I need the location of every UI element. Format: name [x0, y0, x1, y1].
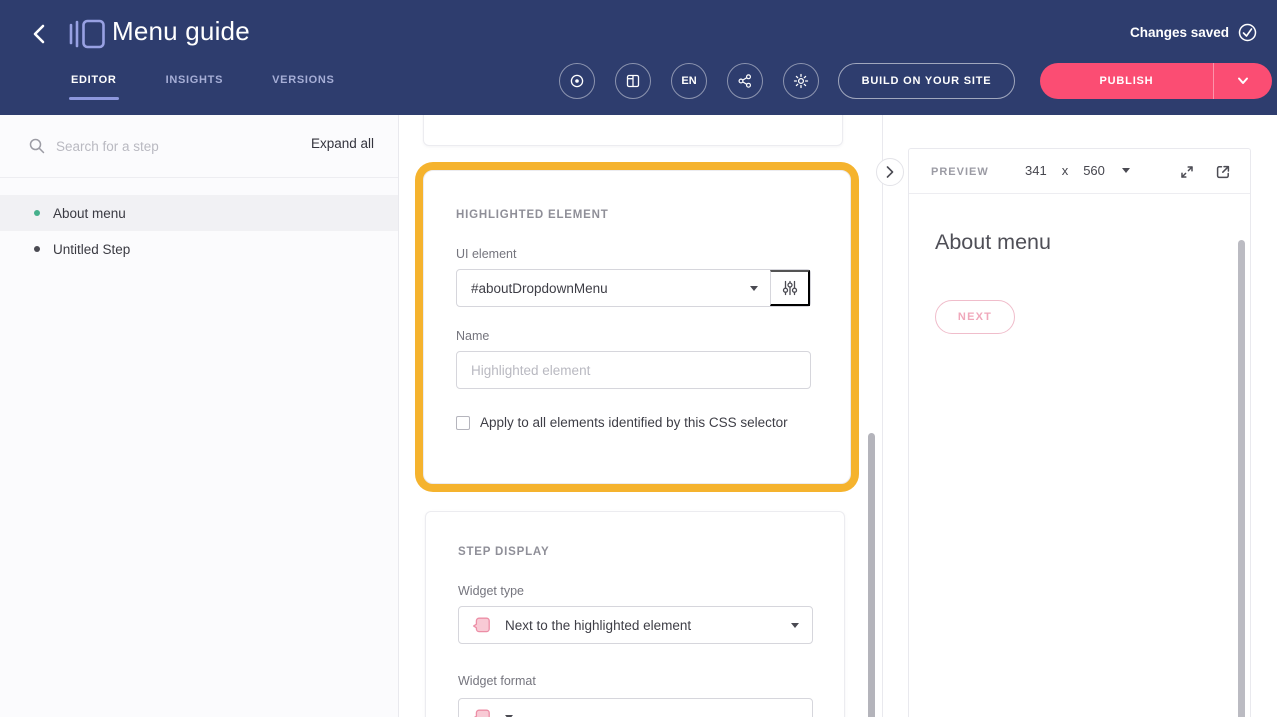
build-on-your-site-button[interactable]: BUILD ON YOUR SITE: [838, 63, 1015, 99]
ui-element-select-group: #aboutDropdownMenu: [456, 269, 811, 307]
tab-insights[interactable]: INSIGHTS: [166, 74, 224, 90]
app-window: Menu guide Changes saved EDITOR INSIGHTS…: [0, 0, 1277, 717]
sliders-icon: [781, 279, 799, 297]
preview-step-title: About menu: [935, 230, 1051, 255]
section-title: HIGHLIGHTED ELEMENT: [456, 209, 818, 221]
chevron-down-icon: [1237, 77, 1249, 85]
highlighted-card-ring: HIGHLIGHTED ELEMENT UI element #aboutDro…: [415, 162, 859, 492]
publish-button[interactable]: PUBLISH: [1040, 63, 1213, 99]
editor-scrollbar-thumb[interactable]: [868, 433, 875, 717]
steps-list: About menu Untitled Step: [0, 195, 398, 267]
step-bullet-icon: [34, 246, 40, 252]
widget-type-select[interactable]: Next to the highlighted element: [458, 606, 813, 644]
share-button[interactable]: [727, 63, 763, 99]
section-title: STEP DISPLAY: [458, 546, 812, 558]
widget-type-value: Next to the highlighted element: [505, 618, 778, 633]
apply-all-label: Apply to all elements identified by this…: [480, 415, 788, 430]
preview-title: PREVIEW: [931, 166, 989, 178]
tab-editor[interactable]: EDITOR: [71, 74, 117, 90]
back-chevron-icon: [32, 23, 46, 45]
search-icon: [28, 137, 46, 155]
tooltip-widget-icon: [472, 707, 492, 717]
ui-element-value: #aboutDropdownMenu: [471, 281, 750, 296]
eye-icon: [569, 73, 585, 89]
chevron-down-icon: [791, 623, 799, 628]
language-button[interactable]: EN: [671, 63, 707, 99]
layout-icon: [625, 73, 641, 89]
top-header: Menu guide Changes saved EDITOR INSIGHTS…: [0, 0, 1277, 115]
preview-size-control[interactable]: 341 x 560: [1025, 163, 1130, 178]
size-separator: x: [1062, 163, 1069, 178]
page-title: Menu guide: [112, 16, 250, 47]
widget-type-label: Widget type: [458, 584, 812, 598]
settings-button[interactable]: [783, 63, 819, 99]
step-label: Untitled Step: [53, 242, 130, 257]
check-circle-icon: [1238, 23, 1257, 42]
step-label: About menu: [53, 206, 126, 221]
share-icon: [737, 73, 753, 89]
preview-width-value: 341: [1025, 163, 1047, 178]
editor-column: HIGHLIGHTED ELEMENT UI element #aboutDro…: [399, 115, 883, 717]
open-in-new-button[interactable]: [1213, 162, 1233, 182]
ui-element-label: UI element: [456, 247, 818, 261]
collapse-preview-button[interactable]: [876, 158, 904, 186]
step-bullet-icon: [34, 210, 40, 216]
preview-header: PREVIEW 341 x 560: [909, 149, 1250, 194]
chevron-down-icon: [750, 286, 758, 291]
preview-next-button[interactable]: NEXT: [935, 300, 1015, 334]
expand-preview-button[interactable]: [1177, 162, 1197, 182]
save-status: Changes saved: [1130, 23, 1257, 42]
apply-all-checkbox[interactable]: [456, 416, 470, 430]
back-button[interactable]: [26, 21, 52, 47]
preview-scrollbar-thumb[interactable]: [1238, 240, 1245, 717]
expand-arrows-icon: [1178, 163, 1196, 181]
layout-button[interactable]: [615, 63, 651, 99]
name-input[interactable]: [456, 351, 811, 389]
widget-format-label: Widget format: [458, 674, 812, 688]
app-logo-icon: [68, 18, 106, 50]
highlighted-element-card: HIGHLIGHTED ELEMENT UI element #aboutDro…: [423, 170, 851, 484]
selector-settings-button[interactable]: [770, 270, 810, 306]
save-status-text: Changes saved: [1130, 25, 1229, 40]
step-search-input[interactable]: [56, 129, 246, 163]
step-item-untitled-step[interactable]: Untitled Step: [0, 231, 398, 267]
chevron-down-icon: [1122, 168, 1130, 173]
preview-body: About menu NEXT: [909, 194, 1250, 717]
apply-all-row: Apply to all elements identified by this…: [456, 415, 818, 430]
header-tabs: EDITOR INSIGHTS VERSIONS: [71, 74, 335, 90]
preview-eye-button[interactable]: [559, 63, 595, 99]
preview-panel: PREVIEW 341 x 560: [908, 148, 1251, 717]
step-search-row: Expand all: [0, 115, 398, 178]
preview-height-value: 560: [1083, 163, 1105, 178]
gear-icon: [793, 73, 809, 89]
step-display-card: STEP DISPLAY Widget type Next to the hig…: [425, 511, 845, 717]
widget-format-select[interactable]: [458, 698, 813, 717]
tooltip-widget-icon: [472, 615, 492, 635]
name-label: Name: [456, 329, 818, 343]
open-in-new-icon: [1214, 163, 1232, 181]
ui-element-select[interactable]: #aboutDropdownMenu: [457, 270, 770, 306]
chevron-right-icon: [885, 165, 895, 179]
step-item-about-menu[interactable]: About menu: [0, 195, 398, 231]
publish-dropdown-button[interactable]: [1214, 63, 1272, 99]
tab-versions[interactable]: VERSIONS: [272, 74, 334, 90]
steps-sidebar: Expand all About menu Untitled Step: [0, 115, 399, 717]
previous-settings-card: [423, 115, 843, 146]
publish-button-group: PUBLISH: [1040, 63, 1272, 99]
expand-all-link[interactable]: Expand all: [311, 136, 374, 151]
